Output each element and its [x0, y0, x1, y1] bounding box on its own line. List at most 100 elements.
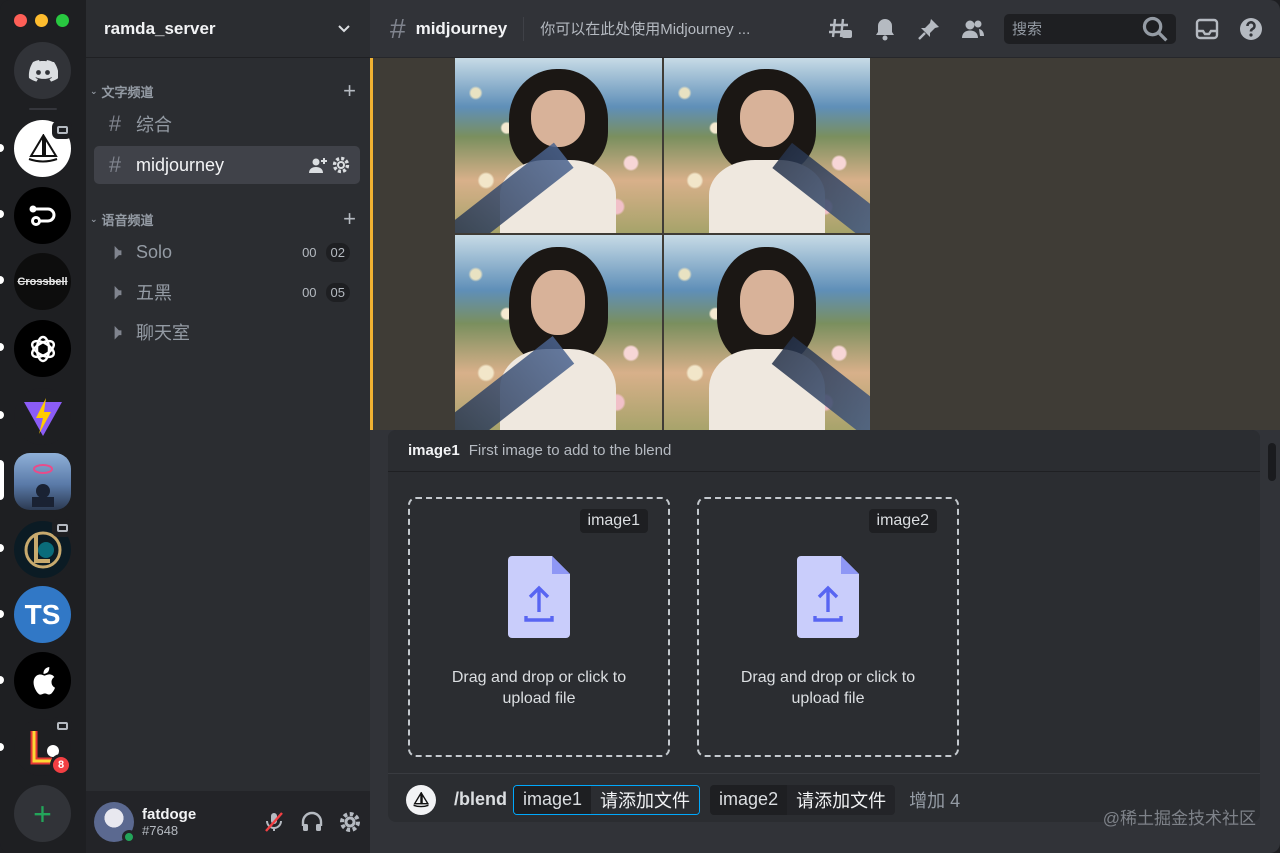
upload-dropzone-image2[interactable]: image2 Drag and drop or click to upload …: [697, 497, 959, 757]
apple-icon: [33, 666, 55, 695]
create-channel-icon[interactable]: +: [343, 208, 356, 230]
option-description: First image to add to the blend: [468, 442, 672, 459]
option-chip-image1[interactable]: image1 请添加文件: [513, 784, 701, 815]
sailboat-icon: [413, 791, 430, 807]
option-name: image1: [408, 442, 460, 459]
generated-image[interactable]: [663, 58, 870, 233]
server-route[interactable]: [14, 187, 71, 244]
headphones-icon[interactable]: [300, 810, 324, 834]
help-icon[interactable]: [1238, 16, 1264, 42]
window-controls: [14, 14, 69, 27]
vite-icon: [23, 397, 62, 436]
category-text-channels[interactable]: ⌄ 文字频道 +: [90, 80, 356, 102]
channel-topic[interactable]: 你可以在此处使用Midjourney ...: [540, 18, 750, 39]
add-more-options[interactable]: 增加 4: [909, 787, 960, 813]
slash-command-panel: image1 First image to add to the blend i…: [388, 430, 1260, 822]
file-upload-icon: [797, 556, 859, 638]
search-icon: [1142, 16, 1168, 42]
command-option-header: image1 First image to add to the blend: [388, 430, 1260, 472]
invite-icon[interactable]: [308, 156, 328, 174]
members-icon[interactable]: [960, 16, 986, 42]
home-button[interactable]: [14, 42, 71, 99]
unread-indicator: [0, 676, 4, 684]
avatar[interactable]: [94, 802, 136, 844]
route-icon: [29, 205, 55, 226]
caption-line: Drag and drop or click to: [740, 669, 916, 686]
server-name: ramda_server: [104, 18, 216, 38]
unread-indicator: [0, 610, 4, 618]
count-limit: 02: [325, 242, 350, 262]
mute-mic-icon[interactable]: [262, 810, 286, 834]
online-status-icon: [122, 830, 136, 844]
channel-name: 综合: [136, 115, 172, 135]
user-panel: fatdoge #7648: [86, 791, 370, 853]
speaker-icon: 🕨: [108, 319, 122, 344]
server-crossbell[interactable]: Crossbell: [14, 253, 71, 310]
add-server-button[interactable]: +: [14, 785, 71, 842]
upload-dropzone-image1[interactable]: image1 Drag and drop or click to upload …: [408, 497, 670, 757]
channel-title: midjourney: [415, 18, 508, 38]
server-typescript[interactable]: TS: [14, 586, 71, 643]
server-header[interactable]: ramda_server: [86, 0, 370, 58]
option-chip-image2[interactable]: image2 请添加文件: [710, 784, 896, 815]
unread-indicator: [0, 743, 4, 751]
scrollbar-thumb[interactable]: [1268, 443, 1276, 481]
category-label: 文字频道: [101, 84, 154, 100]
count-current: 00: [302, 244, 317, 260]
image-grid-attachment[interactable]: [455, 58, 870, 432]
gear-icon[interactable]: [332, 156, 350, 174]
dropzone-tag: image2: [868, 509, 937, 533]
selected-server-indicator: [0, 460, 4, 500]
zoom-window-button[interactable]: [56, 14, 69, 27]
chevron-down-icon: [338, 24, 350, 32]
channel-item-midjourney[interactable]: # midjourney: [94, 146, 360, 184]
channel-item-general[interactable]: # 综合: [94, 105, 360, 143]
ts-logo: TS: [24, 598, 61, 630]
inbox-icon[interactable]: [1194, 16, 1220, 42]
screen-share-icon: [52, 519, 72, 537]
server-rail: Crossbell TS 8 +: [0, 0, 86, 853]
username: fatdoge: [142, 806, 197, 823]
server-apple[interactable]: [14, 652, 71, 709]
server-openai[interactable]: [14, 320, 71, 377]
plus-icon: +: [33, 795, 52, 832]
server-photo[interactable]: [14, 453, 71, 510]
category-voice-channels[interactable]: ⌄ 语音频道 +: [90, 208, 356, 230]
threads-icon[interactable]: [828, 16, 854, 42]
file-upload-icon: [508, 556, 570, 638]
hashtag-icon: #: [390, 12, 406, 44]
rail-separator: [29, 108, 57, 110]
server-vite[interactable]: [14, 388, 71, 445]
caption-line: upload file: [791, 690, 865, 707]
discord-icon: [28, 59, 58, 82]
channel-name: midjourney: [136, 154, 225, 175]
voice-channel-five[interactable]: 🕨 五黑 00 05: [94, 273, 360, 311]
chat-main: # midjourney 你可以在此处使用Midjourney ... 搜索 i…: [370, 0, 1280, 853]
midjourney-bot-icon: [406, 784, 436, 815]
mention-count-badge: 8: [50, 754, 72, 776]
chip-value: 请添加文件: [787, 784, 896, 815]
chip-value: 请添加文件: [591, 785, 700, 814]
voice-channel-chatroom[interactable]: 🕨 聊天室: [94, 313, 360, 351]
count-limit: 05: [325, 282, 350, 302]
pin-icon[interactable]: [916, 16, 942, 42]
channel-sidebar: ramda_server ⌄ 文字频道 + # 综合 # midjourney ⌄…: [86, 0, 370, 853]
server-avatar-icon: [31, 463, 54, 507]
search-input[interactable]: 搜索: [1004, 13, 1176, 44]
create-channel-icon[interactable]: +: [343, 80, 356, 102]
bell-icon[interactable]: [872, 16, 898, 42]
generated-image[interactable]: [455, 58, 662, 233]
close-window-button[interactable]: [14, 14, 27, 27]
openai-icon: [30, 335, 55, 362]
unread-indicator: [0, 411, 4, 419]
user-tag: #7648: [142, 823, 179, 838]
generated-image[interactable]: [663, 235, 870, 432]
generated-image[interactable]: [455, 235, 662, 432]
minimize-window-button[interactable]: [35, 14, 48, 27]
settings-gear-icon[interactable]: [338, 810, 362, 834]
search-placeholder: 搜索: [1012, 21, 1043, 38]
chevron-down-icon: ⌄: [90, 213, 98, 224]
unread-indicator: [0, 144, 4, 152]
voice-channel-solo[interactable]: 🕨 Solo 00 02: [94, 233, 360, 271]
unread-indicator: [0, 343, 4, 351]
